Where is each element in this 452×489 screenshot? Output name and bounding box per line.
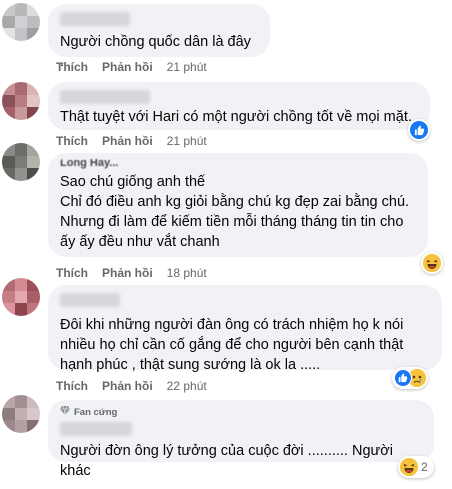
- avatar-pixel: [27, 290, 40, 304]
- reaction-count: 2: [421, 460, 428, 474]
- avatar-pixel: [2, 94, 15, 108]
- author-name-blurred[interactable]: [60, 90, 150, 104]
- avatar-pixel: [14, 82, 28, 95]
- author-name-blurred[interactable]: [60, 293, 120, 307]
- avatar-pixel: [2, 168, 15, 181]
- like-icon: [394, 369, 412, 387]
- avatar-pixel: [27, 420, 40, 433]
- avatar-pixel: [27, 278, 40, 291]
- avatar-pixel: [27, 28, 40, 41]
- timestamp[interactable]: 21 phút: [167, 60, 207, 74]
- avatar[interactable]: [2, 395, 40, 433]
- author-name-blurred[interactable]: [60, 422, 132, 436]
- avatar[interactable]: [2, 3, 40, 41]
- comment-bubble: Người chồng quốc dân là đây .: [48, 4, 270, 70]
- avatar-pixel: [27, 168, 40, 181]
- avatar-pixel: [27, 15, 40, 29]
- comment-bubble: Long Hay... Sao chú giống anh thế Chỉ đó…: [48, 153, 428, 257]
- like-button[interactable]: Thích: [56, 266, 88, 280]
- avatar-pixel: [2, 155, 15, 169]
- reply-button[interactable]: Phản hồi: [102, 379, 153, 393]
- reply-button[interactable]: Phản hồi: [102, 60, 153, 74]
- avatar-pixel: [14, 94, 28, 108]
- avatar-pixel: [2, 303, 15, 316]
- avatar-pixel: [14, 15, 28, 29]
- timestamp[interactable]: 18 phút: [167, 266, 207, 280]
- avatar-pixel: [14, 168, 28, 181]
- avatar-pixel: [27, 82, 40, 95]
- like-button[interactable]: Thích: [56, 60, 88, 74]
- reply-button[interactable]: Phản hồi: [102, 134, 153, 148]
- avatar-pixel: [27, 407, 40, 421]
- avatar-pixel: [2, 15, 15, 29]
- avatar-pixel: [27, 395, 40, 408]
- avatar-pixel: [27, 155, 40, 169]
- avatar-pixel: [27, 143, 40, 156]
- avatar-pixel: [14, 420, 28, 433]
- avatar-pixel: [14, 290, 28, 304]
- avatar-pixel: [27, 303, 40, 316]
- comment-text: Người đờn ông lý tưởng của cuộc đời ....…: [60, 443, 393, 479]
- reaction-summary[interactable]: 2: [398, 456, 434, 478]
- comment-text: Sao chú giống anh thế Chỉ đó điều anh kg…: [60, 174, 410, 250]
- author-name-blurred[interactable]: [60, 12, 130, 26]
- comment-actions: Thích Phản hồi 21 phút: [56, 60, 207, 74]
- avatar-pixel: [14, 278, 28, 291]
- avatar[interactable]: [2, 143, 40, 181]
- author-name-fragment[interactable]: Long Hay...: [60, 159, 138, 169]
- avatar-pixel: [14, 303, 28, 316]
- reaction-summary[interactable]: [421, 252, 443, 274]
- comment-actions: Thích Phản hồi 18 phút: [56, 266, 207, 280]
- comment-text: Đôi khi những người đàn ông có trách nhi…: [60, 317, 404, 373]
- avatar-pixel: [2, 82, 15, 95]
- avatar-pixel: [27, 107, 40, 120]
- comment-actions: Thích Phản hồi 22 phút: [56, 379, 207, 393]
- comment-bubble: Fan cứng Người đờn ông lý tưởng của cuộc…: [48, 400, 434, 479]
- avatar-pixel: [2, 278, 15, 291]
- comment-actions: Thích Phản hồi 21 phút: [56, 134, 207, 148]
- timestamp[interactable]: 22 phút: [167, 379, 207, 393]
- avatar-pixel: [14, 28, 28, 41]
- avatar-pixel: [2, 107, 15, 120]
- avatar-pixel: [27, 94, 40, 108]
- reaction-summary[interactable]: [408, 119, 430, 141]
- fan-badge[interactable]: Fan cứng: [60, 405, 422, 418]
- avatar-pixel: [14, 395, 28, 408]
- comment-text: Thật tuyệt với Hari có một người chồng t…: [60, 109, 412, 125]
- avatar-pixel: [2, 143, 15, 156]
- avatar-pixel: [14, 407, 28, 421]
- avatar-pixel: [14, 3, 28, 16]
- reaction-summary[interactable]: [392, 367, 428, 389]
- comment-bubble: Thật tuyệt với Hari có một người chồng t…: [48, 82, 430, 130]
- timestamp[interactable]: 21 phút: [167, 134, 207, 148]
- avatar[interactable]: [2, 82, 40, 120]
- avatar-pixel: [2, 420, 15, 433]
- reply-button[interactable]: Phản hồi: [102, 266, 153, 280]
- like-button[interactable]: Thích: [56, 134, 88, 148]
- avatar-pixel: [2, 290, 15, 304]
- badge-label: Fan cứng: [74, 406, 118, 418]
- diamond-icon: [60, 405, 70, 418]
- avatar-pixel: [27, 3, 40, 16]
- avatar-pixel: [14, 143, 28, 156]
- avatar[interactable]: [2, 278, 40, 316]
- avatar-pixel: [2, 395, 15, 408]
- avatar-pixel: [2, 3, 15, 16]
- avatar-pixel: [14, 155, 28, 169]
- avatar-pixel: [14, 107, 28, 120]
- avatar-pixel: [2, 28, 15, 41]
- haha-icon: [400, 458, 418, 476]
- like-button[interactable]: Thích: [56, 379, 88, 393]
- avatar-pixel: [2, 407, 15, 421]
- haha-icon: [423, 254, 441, 272]
- comment-bubble: Đôi khi những người đàn ông có trách nhi…: [48, 285, 442, 373]
- like-icon: [410, 121, 428, 139]
